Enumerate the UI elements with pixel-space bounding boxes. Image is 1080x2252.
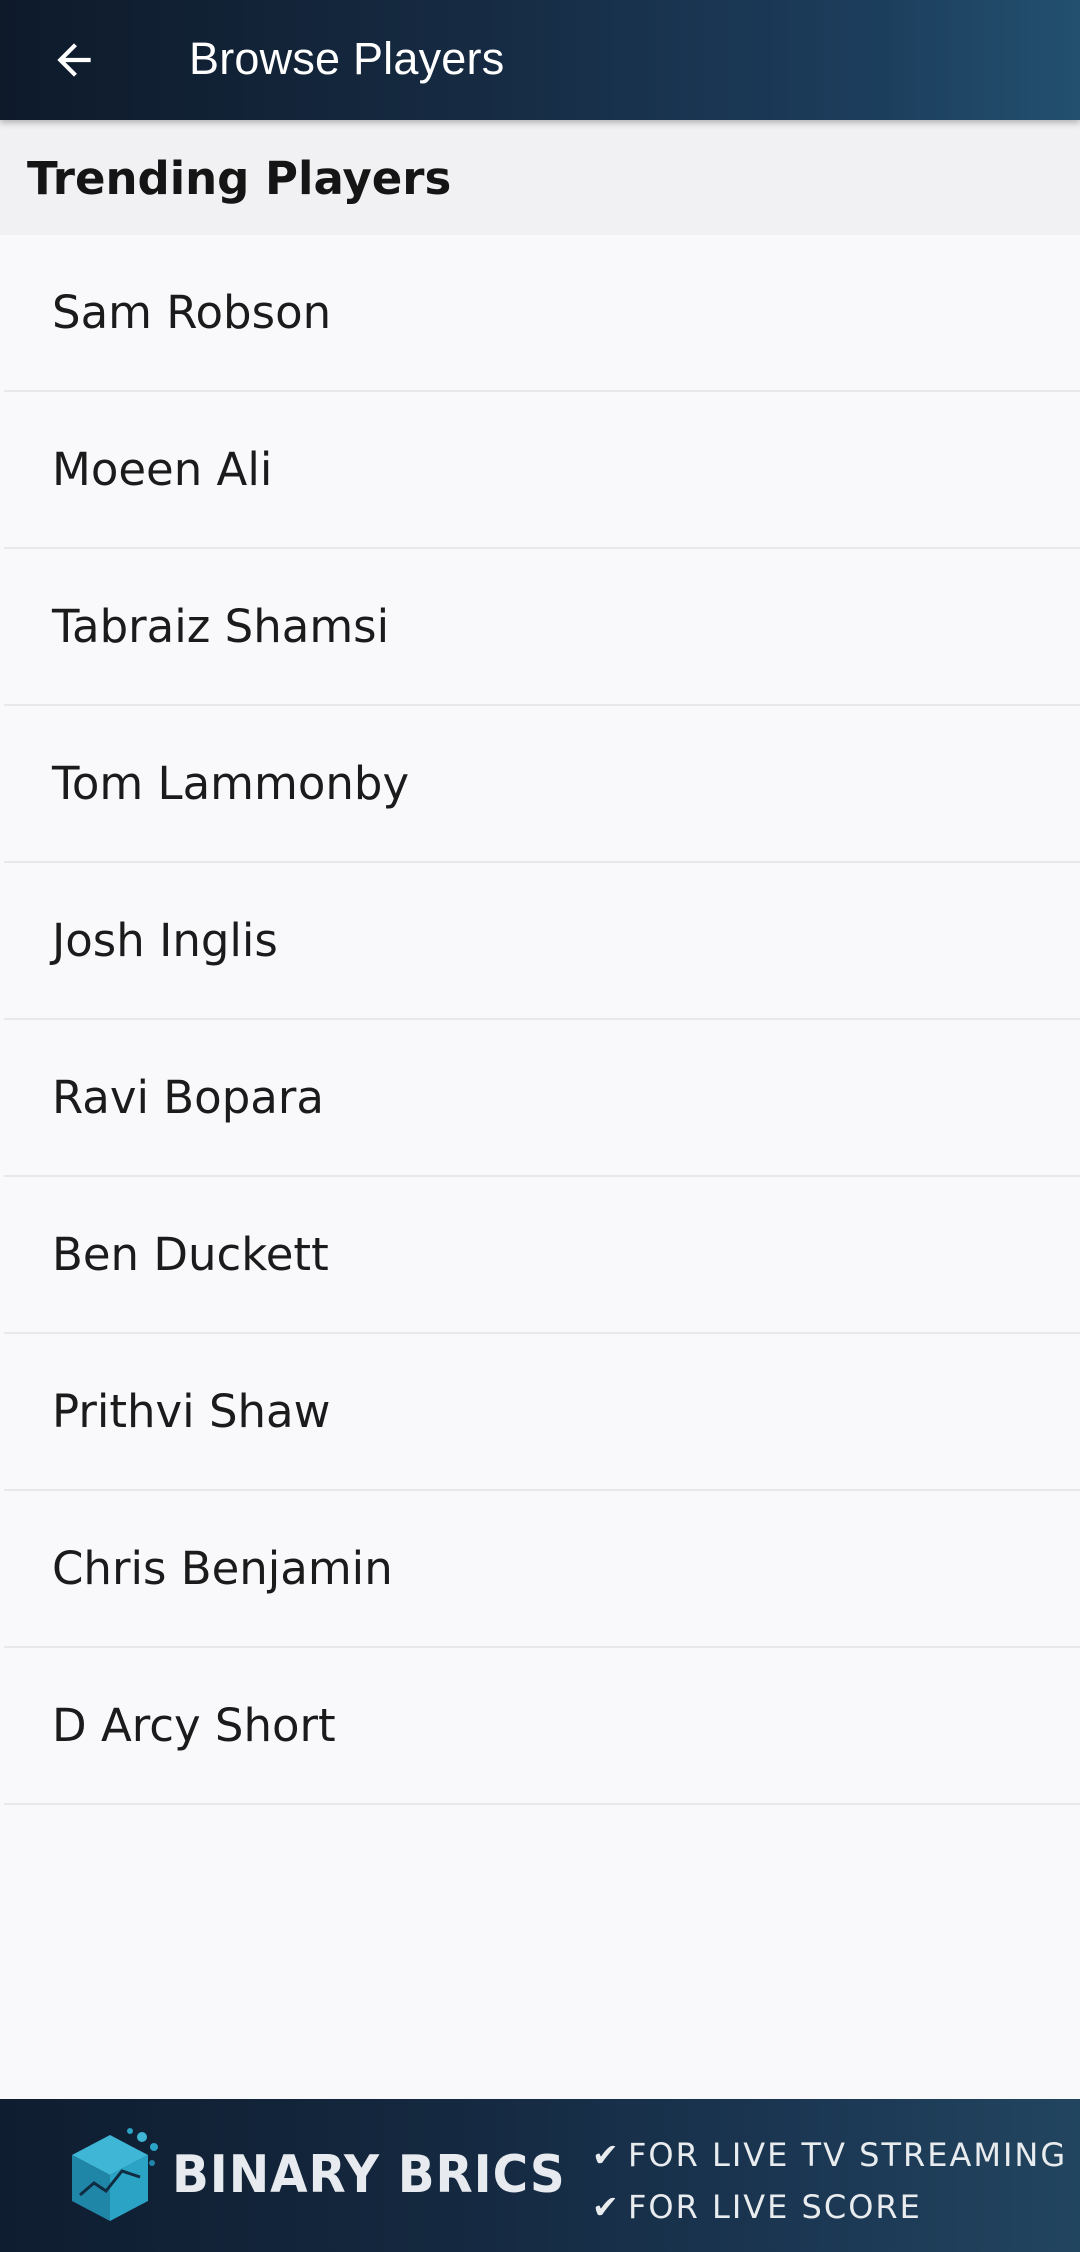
binary-brics-cube-logo: [72, 2128, 158, 2221]
player-name: Tabraiz Shamsi: [52, 600, 390, 653]
player-name: Tom Lammonby: [52, 757, 410, 810]
player-name: Moeen Ali: [52, 443, 273, 496]
banner-feature-text: FOR LIVE SCORE: [628, 2188, 922, 2226]
player-name: Ravi Bopara: [52, 1071, 324, 1124]
banner-feature-text: FOR LIVE TV STREAMING: [628, 2136, 1068, 2174]
page-title: Browse Players: [189, 33, 505, 84]
player-name: Chris Benjamin: [52, 1542, 393, 1595]
browse-players-screen: Browse Players Trending Players Sam Robs…: [0, 0, 1080, 2252]
player-name: D Arcy Short: [52, 1699, 336, 1752]
list-item[interactable]: Ben Duckett: [4, 1177, 1080, 1334]
ad-banner[interactable]: BINARY BRICS ✔ FOR LIVE TV STREAMING ✔ FOR…: [0, 2099, 1080, 2252]
list-item[interactable]: Tabraiz Shamsi: [4, 549, 1080, 706]
back-button[interactable]: [26, 18, 122, 102]
check-icon: ✔: [592, 2188, 621, 2226]
player-name: Ben Duckett: [52, 1228, 329, 1281]
player-name: Sam Robson: [52, 286, 332, 339]
list-item[interactable]: Ravi Bopara: [4, 1020, 1080, 1177]
list-item[interactable]: D Arcy Short: [4, 1648, 1080, 1805]
banner-features: ✔ FOR LIVE TV STREAMING ✔ FOR LIVE SCORE: [592, 2129, 1067, 2233]
section-header: Trending Players: [0, 120, 1080, 235]
player-name: Prithvi Shaw: [52, 1385, 331, 1438]
list-item[interactable]: Sam Robson: [4, 235, 1080, 392]
banner-feature: ✔ FOR LIVE SCORE: [592, 2181, 1067, 2233]
list-item[interactable]: Chris Benjamin: [4, 1491, 1080, 1648]
section-title: Trending Players: [27, 152, 452, 205]
player-name: Josh Inglis: [52, 914, 278, 967]
banner-brand: BINARY BRICS: [172, 2145, 566, 2205]
app-toolbar: Browse Players: [0, 0, 1080, 120]
list-item[interactable]: Prithvi Shaw: [4, 1334, 1080, 1491]
check-icon: ✔: [592, 2136, 621, 2174]
list-item[interactable]: Josh Inglis: [4, 863, 1080, 1020]
banner-feature: ✔ FOR LIVE TV STREAMING: [592, 2129, 1067, 2181]
player-list: Sam Robson Moeen Ali Tabraiz Shamsi Tom …: [0, 235, 1080, 1805]
list-item[interactable]: Tom Lammonby: [4, 706, 1080, 863]
arrow-left-icon: [57, 43, 91, 77]
list-item[interactable]: Moeen Ali: [4, 392, 1080, 549]
